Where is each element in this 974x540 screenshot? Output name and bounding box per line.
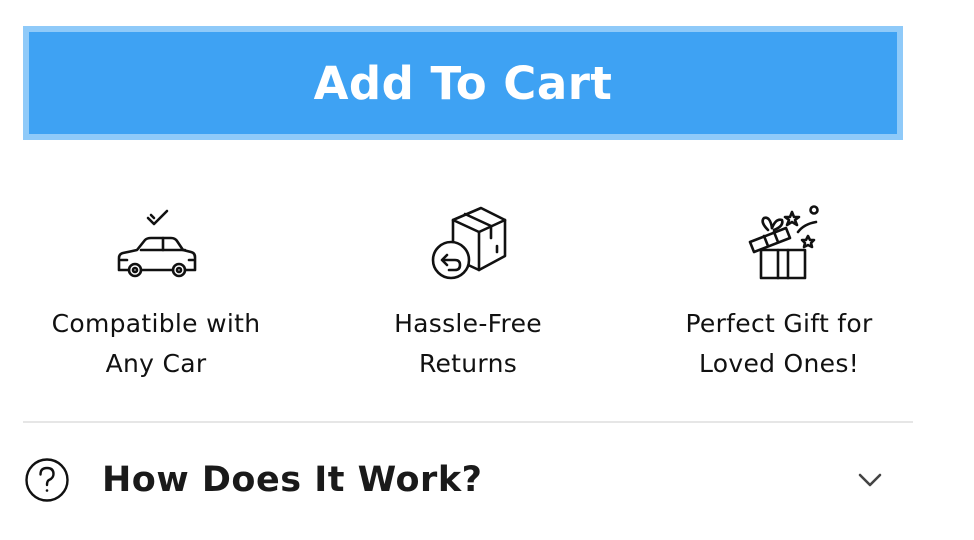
car-check-icon [6, 196, 306, 286]
section-divider [23, 421, 913, 423]
accordion-title: How Does It Work? [102, 460, 483, 500]
feature-gift-line1: Perfect Gift for [685, 309, 873, 338]
add-to-cart-button[interactable]: Add To Cart [23, 26, 903, 140]
box-return-icon [318, 196, 618, 286]
chevron-down-icon[interactable] [857, 470, 883, 490]
question-circle-icon [23, 456, 71, 504]
feature-compatible-line1: Compatible with [51, 309, 261, 338]
gift-box-icon [629, 196, 929, 286]
feature-compatible: Compatible with Any Car [6, 196, 306, 384]
feature-returns: Hassle-Free Returns [318, 196, 618, 384]
feature-compatible-line2: Any Car [105, 349, 207, 378]
feature-highlights: Compatible with Any Car Hassle-Free Retu… [0, 196, 974, 396]
feature-returns-line1: Hassle-Free [394, 309, 542, 338]
feature-gift: Perfect Gift for Loved Ones! [629, 196, 929, 384]
feature-returns-line2: Returns [418, 349, 518, 378]
product-purchase-panel: Add To Cart Compatible with Any Car Hass… [0, 0, 974, 540]
feature-returns-label: Hassle-Free Returns [318, 304, 618, 384]
feature-gift-line2: Loved Ones! [698, 349, 860, 378]
feature-gift-label: Perfect Gift for Loved Ones! [629, 304, 929, 384]
feature-compatible-label: Compatible with Any Car [6, 304, 306, 384]
how-it-works-accordion[interactable]: How Does It Work? [23, 440, 893, 520]
